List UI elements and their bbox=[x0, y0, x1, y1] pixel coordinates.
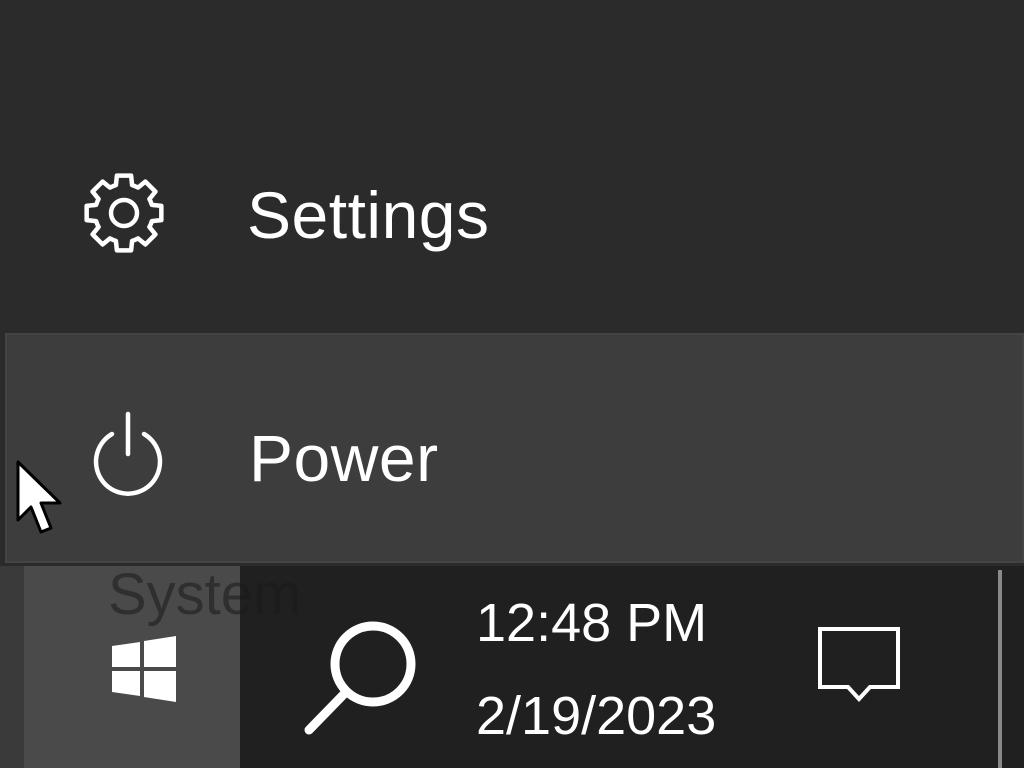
gear-icon bbox=[79, 168, 169, 258]
start-menu: Settings Power bbox=[0, 0, 1024, 566]
search-button[interactable] bbox=[290, 606, 430, 746]
clock-date: 2/19/2023 bbox=[476, 686, 717, 746]
windows-logo-icon bbox=[110, 636, 178, 702]
settings-label: Settings bbox=[247, 178, 490, 252]
show-desktop-divider[interactable] bbox=[998, 570, 1002, 768]
taskbar: System 12:48 PM 2/19/2023 bbox=[0, 566, 1024, 768]
settings-menu-item[interactable]: Settings bbox=[0, 96, 1024, 332]
action-center-icon bbox=[810, 627, 910, 725]
taskbar-edge-strip bbox=[0, 566, 24, 768]
screen: Settings Power System 12:48 PM 2/19/2023 bbox=[0, 0, 1024, 768]
power-label: Power bbox=[249, 421, 439, 495]
clock-time: 12:48 PM bbox=[476, 593, 708, 653]
search-icon bbox=[290, 621, 430, 750]
action-center-button[interactable] bbox=[810, 621, 910, 721]
mouse-cursor-icon bbox=[14, 458, 66, 538]
system-tooltip: System bbox=[108, 562, 302, 627]
power-icon bbox=[83, 410, 173, 500]
clock[interactable]: 12:48 PM 2/19/2023 bbox=[460, 566, 760, 768]
power-menu-item[interactable]: Power bbox=[5, 333, 1024, 563]
